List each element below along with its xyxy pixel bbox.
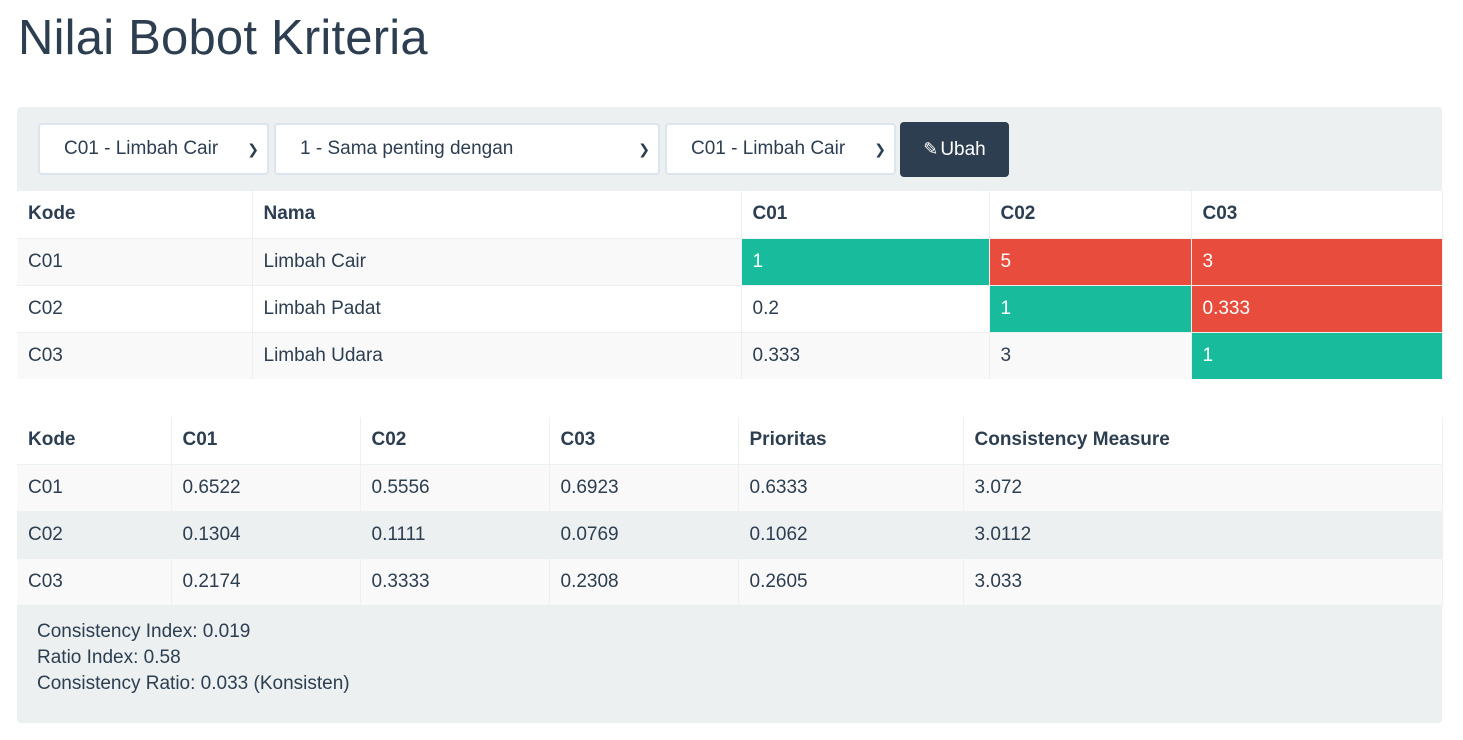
table-row: C03 0.2174 0.3333 0.2308 0.2605 3.033 [17,558,1443,606]
table-cell: 0.3333 [360,558,550,606]
table-cell: C03 [17,332,253,380]
table-cell: Limbah Cair [252,238,742,286]
table-cell: 0.2308 [549,558,739,606]
page-title: Nilai Bobot Kriteria [18,11,428,65]
table-cell: C01 [17,238,253,286]
table-cell: 3.0112 [963,511,1443,559]
criteria-weight-panel: C01 - Limbah Cair ❯ 1 - Sama penting den… [17,107,1443,723]
chevron-down-icon: ❯ [874,141,886,157]
table-cell: 3.033 [963,558,1443,606]
table-cell: Limbah Udara [252,332,742,380]
ubah-button[interactable]: ✎ Ubah [900,122,1009,177]
criteria-right-select[interactable]: C01 - Limbah Cair ❯ [665,123,896,175]
column-header: Prioritas [738,417,964,465]
column-header: C03 [1191,191,1443,239]
ubah-button-label: Ubah [940,139,986,160]
table-cell: C02 [17,511,172,559]
table-cell: C03 [17,558,172,606]
table-row: C02 Limbah Padat 0.2 1 0.333 [17,285,1443,333]
importance-scale-select-value: 1 - Sama penting dengan [300,138,514,159]
pairwise-matrix-table: Kode Nama C01 C02 C03 C01 Limbah Cair 1 … [17,191,1443,380]
table-row: C02 0.1304 0.1111 0.0769 0.1062 3.0112 [17,511,1443,559]
matrix-cell-diagonal: 1 [741,238,990,286]
table-cell: 0.2605 [738,558,964,606]
table-cell: 0.333 [741,332,990,380]
table-row: C03 Limbah Udara 0.333 3 1 [17,332,1443,380]
consistency-index-text: Consistency Index: 0.019 [37,621,251,642]
importance-scale-select[interactable]: 1 - Sama penting dengan ❯ [274,123,660,175]
table-cell: C02 [17,285,253,333]
column-header: C01 [171,417,361,465]
matrix-cell-editable: 3 [1191,238,1443,286]
normalized-matrix-table: Kode C01 C02 C03 Prioritas Consistency M… [17,417,1443,606]
table-cell: 0.0769 [549,511,739,559]
column-header: C03 [549,417,739,465]
column-header: Kode [17,191,253,239]
table-cell: 0.6923 [549,464,739,512]
criteria-left-select-value: C01 - Limbah Cair [64,138,219,159]
ratio-index-text: Ratio Index: 0.58 [37,647,181,668]
column-header: C02 [360,417,550,465]
table-cell: Limbah Padat [252,285,742,333]
table-cell: 0.1304 [171,511,361,559]
column-header: C02 [989,191,1192,239]
column-header: C01 [741,191,990,239]
table-header-row: Kode C01 C02 C03 Prioritas Consistency M… [17,417,1443,465]
table-cell: 0.5556 [360,464,550,512]
edit-icon: ✎ [923,139,939,159]
criteria-right-select-value: C01 - Limbah Cair [691,138,846,159]
column-header: Kode [17,417,172,465]
matrix-cell-diagonal: 1 [989,285,1192,333]
table-cell: 0.2 [741,285,990,333]
table-row: C01 0.6522 0.5556 0.6923 0.6333 3.072 [17,464,1443,512]
criteria-left-select[interactable]: C01 - Limbah Cair ❯ [38,123,269,175]
column-header: Nama [252,191,742,239]
table-spacer [17,379,1442,417]
comparison-form: C01 - Limbah Cair ❯ 1 - Sama penting den… [17,107,1442,191]
chevron-down-icon: ❯ [638,141,650,157]
chevron-down-icon: ❯ [247,141,259,157]
table-cell: 0.1111 [360,511,550,559]
table-row: C01 Limbah Cair 1 5 3 [17,238,1443,286]
matrix-cell-diagonal: 1 [1191,332,1443,380]
matrix-cell-editable: 0.333 [1191,285,1443,333]
table-cell: C01 [17,464,172,512]
table-cell: 0.2174 [171,558,361,606]
table-cell: 3.072 [963,464,1443,512]
table-cell: 3 [989,332,1192,380]
table-cell: 0.6333 [738,464,964,512]
matrix-cell-editable: 5 [989,238,1192,286]
table-cell: 0.1062 [738,511,964,559]
column-header: Consistency Measure [963,417,1443,465]
consistency-ratio-text: Consistency Ratio: 0.033 (Konsisten) [37,673,350,694]
consistency-summary: Consistency Index: 0.019 Ratio Index: 0.… [37,619,350,697]
table-header-row: Kode Nama C01 C02 C03 [17,191,1443,239]
table-cell: 0.6522 [171,464,361,512]
